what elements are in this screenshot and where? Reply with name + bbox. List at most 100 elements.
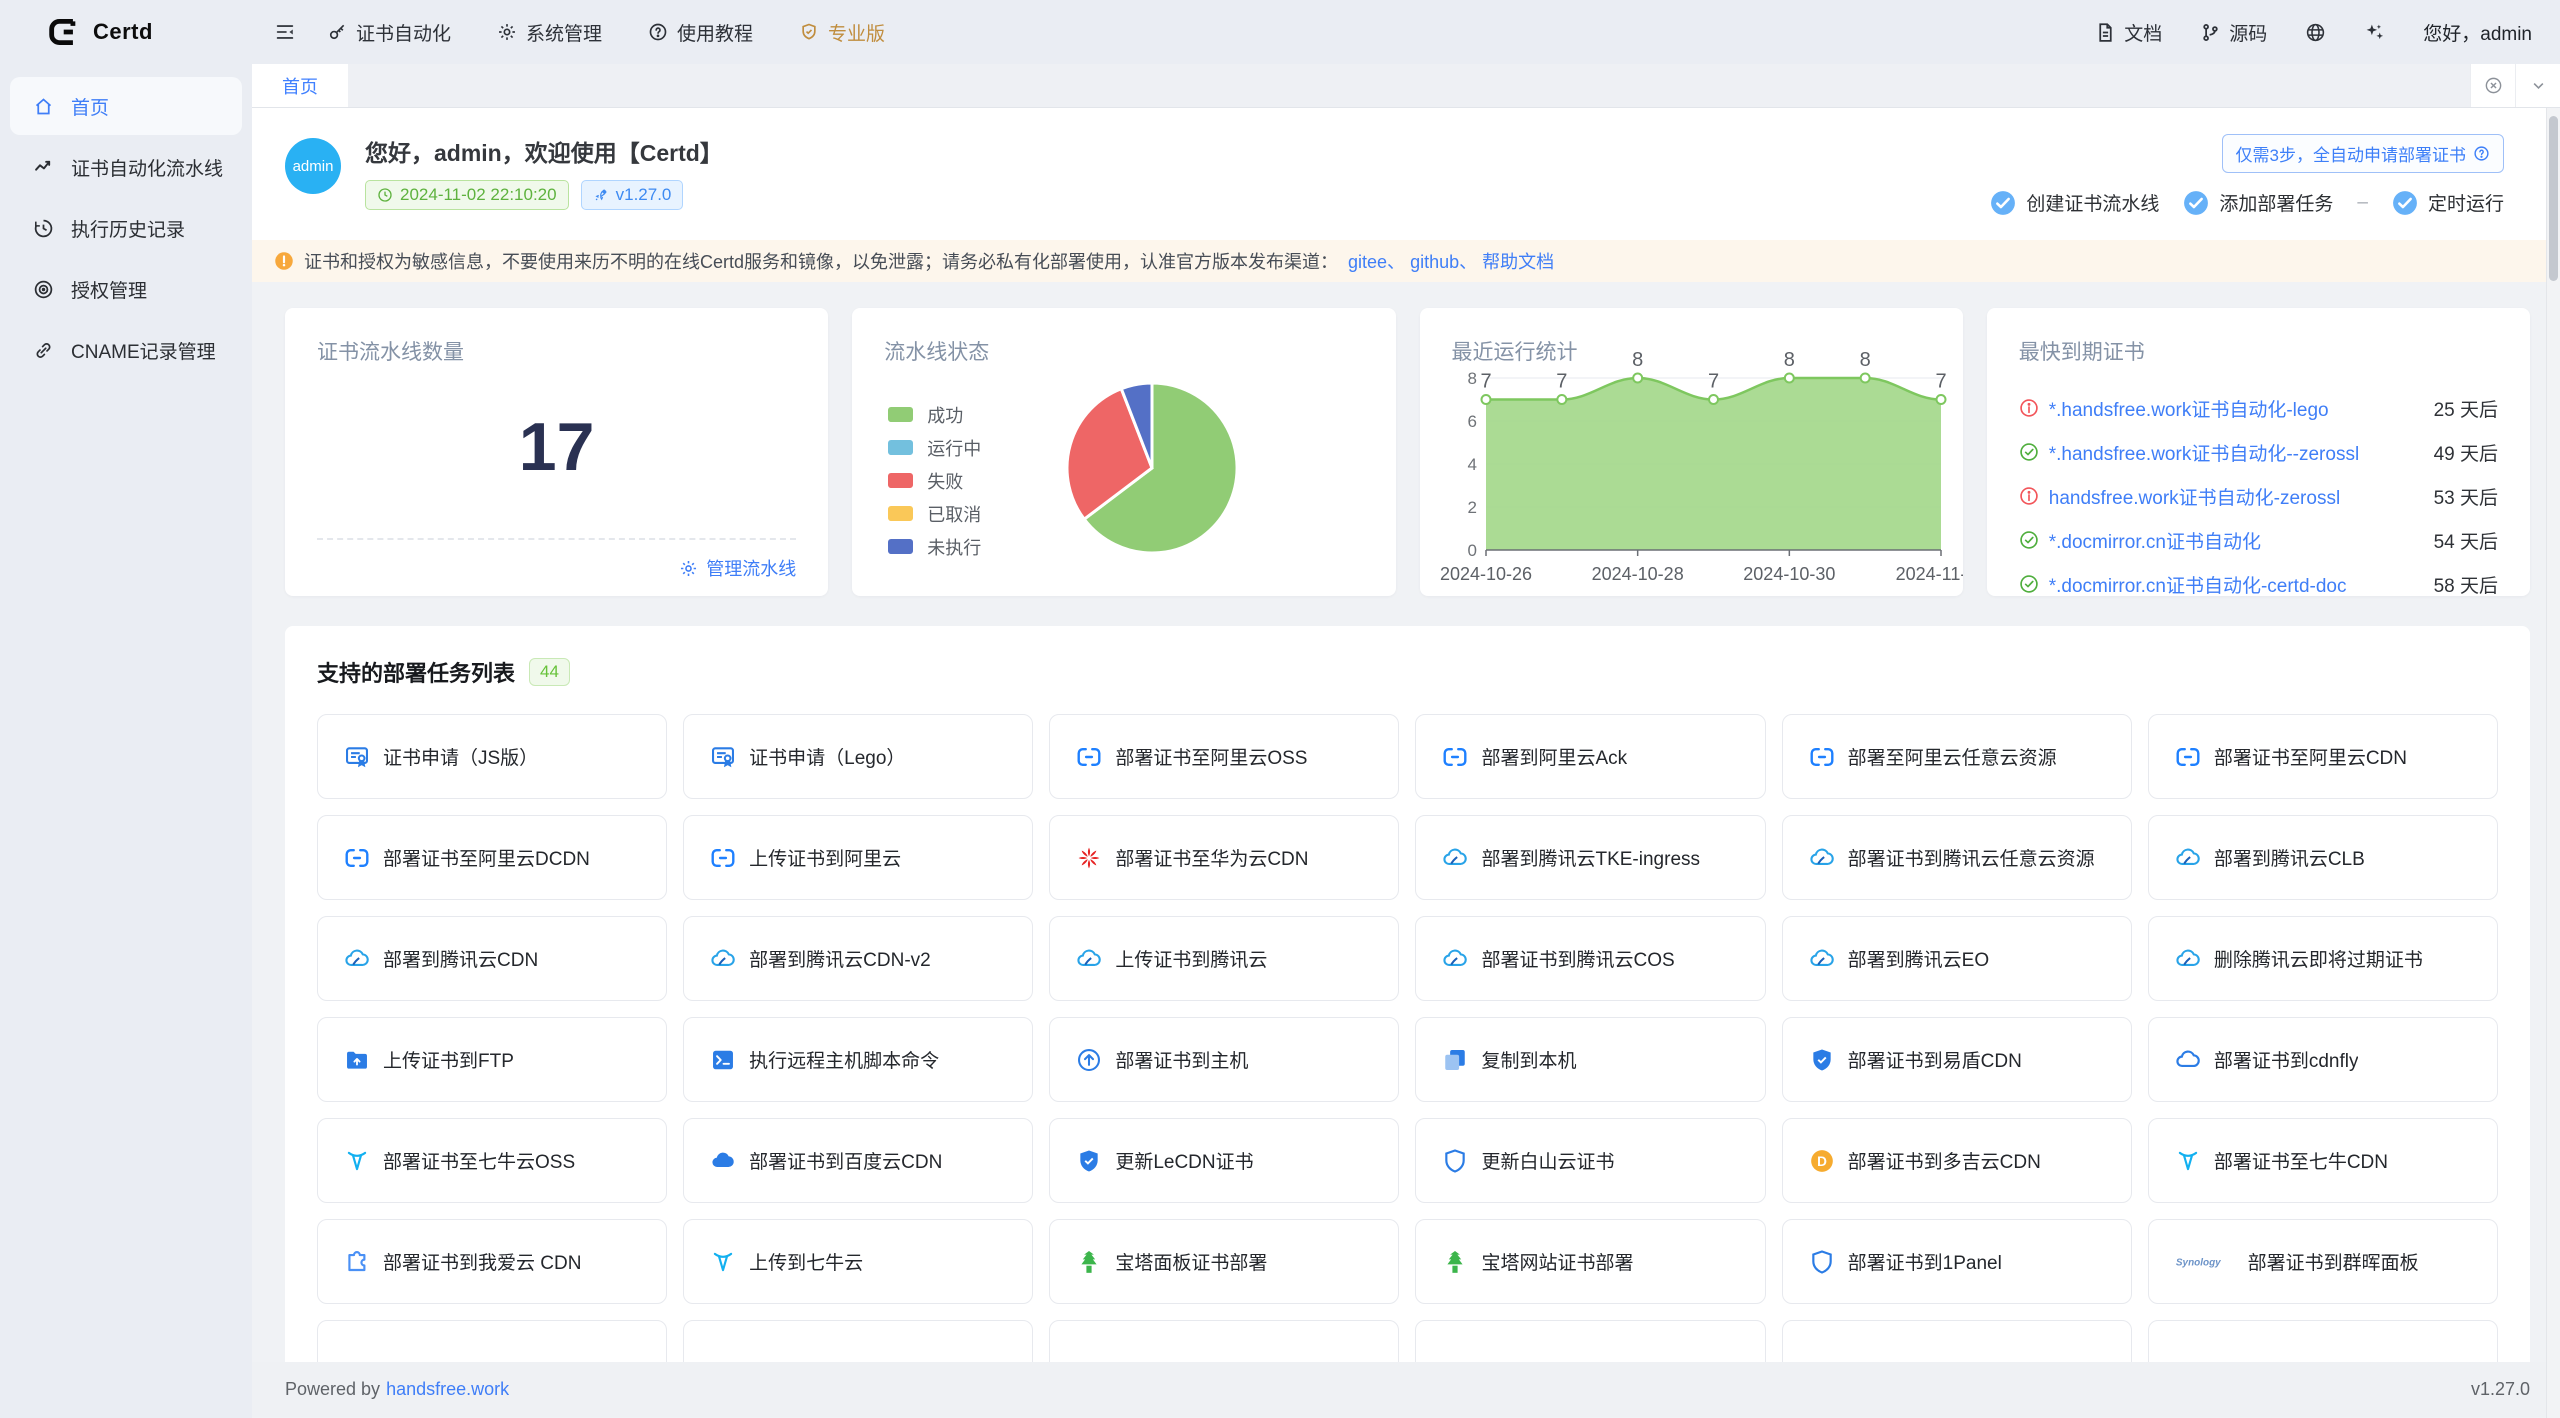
task-card[interactable]: 部署证书到腾讯云COS bbox=[1415, 916, 1765, 1001]
task-card[interactable]: 部署到阿里云Ack bbox=[1415, 714, 1765, 799]
task-card[interactable]: 部署证书到易盾CDN bbox=[1782, 1017, 2132, 1102]
task-card[interactable]: 上传证书到阿里云 bbox=[683, 815, 1033, 900]
task-card[interactable]: 部署证书到主机 bbox=[1049, 1017, 1399, 1102]
cert-link[interactable]: handsfree.work证书自动化-zerossl bbox=[2049, 483, 2340, 510]
task-card[interactable]: 部署证书到我爱云 CDN bbox=[317, 1219, 667, 1304]
quick-guide-pill[interactable]: 仅需3步，全自动申请部署证书 bbox=[2222, 134, 2504, 173]
key-icon bbox=[327, 22, 347, 42]
brand-logo[interactable]: Certd bbox=[0, 15, 252, 49]
task-card[interactable]: 宝塔面板证书部署 bbox=[1049, 1219, 1399, 1304]
alert-link[interactable]: gitee、 bbox=[1348, 252, 1405, 272]
alert-link[interactable]: github、 bbox=[1405, 252, 1477, 272]
shieldO-icon bbox=[1442, 1148, 1468, 1174]
legend-item[interactable]: 已取消 bbox=[888, 497, 981, 530]
docs-link[interactable]: 文档 bbox=[2095, 19, 2162, 46]
close-circle-icon bbox=[2484, 76, 2503, 95]
menu-fold-icon[interactable] bbox=[274, 21, 296, 43]
cloud-icon bbox=[2175, 1047, 2201, 1073]
task-card[interactable]: 部署证书至阿里云OSS bbox=[1049, 714, 1399, 799]
welcome-title: 您好，admin，欢迎使用【Certd】 bbox=[365, 134, 723, 168]
sidebar-item[interactable]: 授权管理 bbox=[10, 260, 242, 318]
aliyun-icon bbox=[2175, 744, 2201, 770]
task-card[interactable]: 上传证书到腾讯云 bbox=[1049, 916, 1399, 1001]
task-card[interactable]: 部署到腾讯云TKE-ingress bbox=[1415, 815, 1765, 900]
task-card[interactable]: 部署到腾讯云CDN-v2 bbox=[683, 916, 1033, 1001]
warning-icon bbox=[274, 251, 294, 271]
handsfree-link[interactable]: handsfree.work bbox=[386, 1379, 509, 1400]
sidebar-item[interactable]: 首页 bbox=[10, 77, 242, 135]
language-icon[interactable] bbox=[2305, 22, 2326, 43]
task-card[interactable]: 部署证书至七牛CDN bbox=[2148, 1118, 2498, 1203]
source-link[interactable]: 源码 bbox=[2200, 19, 2267, 46]
task-card[interactable]: 更新LeCDN证书 bbox=[1049, 1118, 1399, 1203]
cert-link[interactable]: *.handsfree.work证书自动化-lego bbox=[2049, 395, 2329, 422]
alert-link[interactable]: 帮助文档 bbox=[1477, 252, 1554, 272]
cert-link[interactable]: *.handsfree.work证书自动化--zerossl bbox=[2049, 439, 2359, 466]
user-greeting[interactable]: 您好，admin bbox=[2423, 19, 2532, 46]
task-card[interactable]: 证书申请（JS版） bbox=[317, 714, 667, 799]
task-card[interactable]: 上传到七牛云 bbox=[683, 1219, 1033, 1304]
task-card[interactable]: 部署到腾讯云EO bbox=[1782, 916, 2132, 1001]
tab-home[interactable]: 首页 bbox=[252, 64, 348, 107]
copy-icon bbox=[1442, 1047, 1468, 1073]
legend-item[interactable]: 运行中 bbox=[888, 431, 981, 464]
task-card[interactable]: 部署证书到1Panel bbox=[1782, 1219, 2132, 1304]
guide-step[interactable]: 添加部署任务 bbox=[2183, 189, 2333, 216]
close-tabs-button[interactable] bbox=[2470, 64, 2515, 107]
aliyun-icon bbox=[1076, 744, 1102, 770]
legend-item[interactable]: 未执行 bbox=[888, 530, 981, 563]
task-card[interactable]: Synology部署证书到群晖面板 bbox=[2148, 1219, 2498, 1304]
top-menu-item[interactable]: 系统管理 bbox=[474, 0, 625, 64]
guide-step[interactable]: 创建证书流水线 bbox=[1990, 189, 2159, 216]
task-card[interactable]: 部署证书到百度云CDN bbox=[683, 1118, 1033, 1203]
task-card[interactable]: 更新白山云证书 bbox=[1415, 1118, 1765, 1203]
aliyun-icon bbox=[1809, 744, 1835, 770]
tabs-menu-button[interactable] bbox=[2515, 64, 2560, 107]
task-card[interactable]: 部署证书至华为云CDN bbox=[1049, 815, 1399, 900]
task-card[interactable]: 部署证书至阿里云CDN bbox=[2148, 714, 2498, 799]
task-card[interactable]: 部署证书到cdnfly bbox=[2148, 1017, 2498, 1102]
task-card[interactable]: 部署到腾讯云CDN bbox=[317, 916, 667, 1001]
svg-text:2024-10-30: 2024-10-30 bbox=[1743, 564, 1835, 584]
task-card[interactable]: 复制到本机 bbox=[1415, 1017, 1765, 1102]
tencent-icon bbox=[2175, 946, 2201, 972]
task-card[interactable]: 执行远程主机脚本命令 bbox=[683, 1017, 1033, 1102]
success-circle-icon bbox=[2019, 442, 2039, 462]
theme-icon[interactable] bbox=[2364, 22, 2385, 43]
legend-item[interactable]: 成功 bbox=[888, 398, 981, 431]
guide-step[interactable]: 定时运行 bbox=[2392, 189, 2504, 216]
sidebar-item[interactable]: 执行历史记录 bbox=[10, 199, 242, 257]
warning-circle-icon bbox=[2019, 486, 2039, 506]
scrollbar-thumb[interactable] bbox=[2549, 116, 2558, 281]
avatar[interactable]: admin bbox=[285, 138, 341, 194]
top-menu-item[interactable]: 证书自动化 bbox=[304, 0, 474, 64]
task-card[interactable]: 部署至阿里云任意云资源 bbox=[1782, 714, 2132, 799]
pipeline-count-value: 17 bbox=[285, 408, 828, 486]
tencent-icon bbox=[1442, 845, 1468, 871]
task-card[interactable]: 证书申请（Lego） bbox=[683, 714, 1033, 799]
task-card[interactable]: D部署证书到多吉云CDN bbox=[1782, 1118, 2132, 1203]
task-card[interactable]: 部署证书到腾讯云任意云资源 bbox=[1782, 815, 2132, 900]
aliyun-icon bbox=[710, 845, 736, 871]
top-menu-item[interactable]: 使用教程 bbox=[625, 0, 776, 64]
top-menu-item[interactable]: 专业版 bbox=[776, 0, 908, 64]
task-card[interactable]: 部署证书至阿里云DCDN bbox=[317, 815, 667, 900]
baota-icon bbox=[1076, 1249, 1102, 1275]
recent-runs-card: 最近运行统计 0246877878872024-10-262024-10-282… bbox=[1420, 308, 1963, 596]
tencent-icon bbox=[2175, 845, 2201, 871]
task-card[interactable]: 部署到腾讯云CLB bbox=[2148, 815, 2498, 900]
task-card[interactable]: 宝塔网站证书部署 bbox=[1415, 1219, 1765, 1304]
sidebar-item[interactable]: CNAME记录管理 bbox=[10, 321, 242, 379]
svg-text:6: 6 bbox=[1467, 412, 1476, 431]
scrollbar-track[interactable] bbox=[2546, 108, 2560, 1418]
task-card[interactable]: 上传证书到FTP bbox=[317, 1017, 667, 1102]
sidebar-item[interactable]: 证书自动化流水线 bbox=[10, 138, 242, 196]
card-title: 流水线状态 bbox=[884, 336, 989, 366]
home-icon bbox=[33, 96, 54, 117]
cert-link[interactable]: *.docmirror.cn证书自动化 bbox=[2049, 527, 2261, 554]
manage-pipelines-link[interactable]: 管理流水线 bbox=[679, 555, 796, 581]
cert-link[interactable]: *.docmirror.cn证书自动化-certd-doc bbox=[2049, 571, 2347, 597]
task-card[interactable]: 删除腾讯云即将过期证书 bbox=[2148, 916, 2498, 1001]
task-card[interactable]: 部署证书至七牛云OSS bbox=[317, 1118, 667, 1203]
legend-item[interactable]: 失败 bbox=[888, 464, 981, 497]
